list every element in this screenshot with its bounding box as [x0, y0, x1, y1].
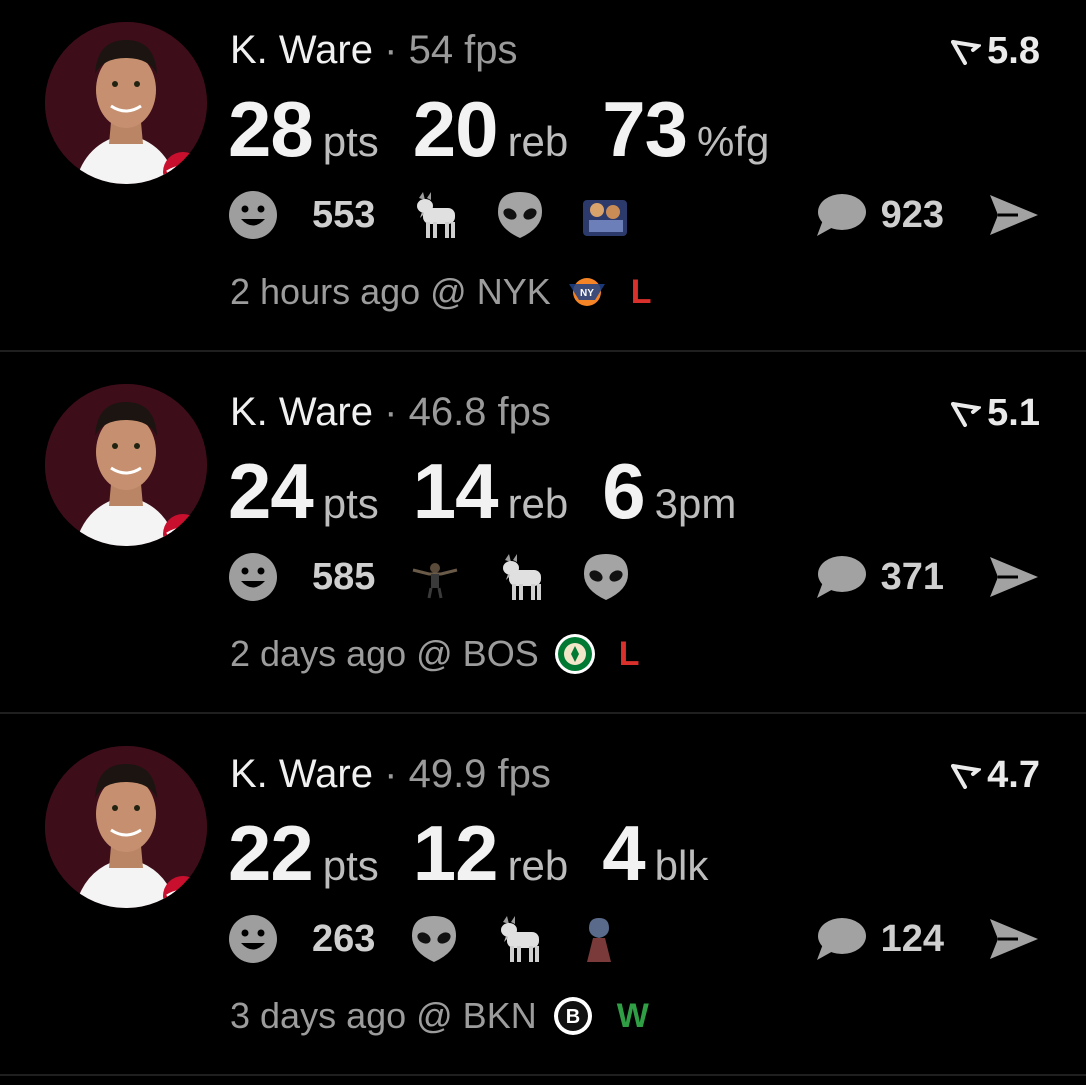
reactions-row: 263 — [228, 914, 641, 964]
smiley-reaction-icon[interactable] — [228, 914, 278, 964]
game-time-opponent: 2 hours ago @ NYK — [230, 271, 551, 312]
rating-arrow-icon — [951, 39, 982, 65]
game-info: 2 hours ago @ NYK NY L — [230, 270, 652, 314]
goat-icon[interactable] — [409, 190, 461, 240]
game-info: 2 days ago @ BOS L — [230, 632, 640, 676]
reaction-count[interactable]: 585 — [312, 556, 375, 599]
svg-text:NY: NY — [580, 288, 594, 299]
game-time-opponent: 3 days ago @ BKN — [230, 995, 537, 1036]
separator-dot: · — [384, 390, 398, 434]
comments-area: 124 — [815, 916, 1040, 962]
stat-value: 14 — [412, 447, 499, 535]
reaction-count[interactable]: 553 — [312, 194, 375, 237]
rating-badge: 5.8 — [951, 30, 1040, 73]
alien-icon[interactable] — [495, 190, 545, 240]
stat-unit: 3pm — [654, 480, 737, 527]
rating-value: 5.1 — [987, 392, 1040, 434]
stat-unit: pts — [322, 842, 379, 889]
stat-value: 12 — [412, 809, 499, 897]
rating-badge: 4.7 — [951, 754, 1040, 797]
stat-unit: blk — [654, 842, 709, 889]
reaction-count[interactable]: 263 — [312, 918, 375, 961]
game-info: 3 days ago @ BKN B W — [230, 994, 649, 1038]
game-result: W — [616, 996, 649, 1035]
stat-value: 28 — [228, 85, 314, 173]
stat-value: 4 — [602, 809, 645, 897]
fps-score: 49.9 fps — [408, 752, 551, 796]
separator-dot: · — [384, 752, 398, 796]
stat-unit: %fg — [697, 118, 770, 165]
game-time-opponent: 2 days ago @ BOS — [230, 633, 539, 674]
alien-icon[interactable] — [409, 914, 459, 964]
post-card[interactable]: K. Ware · 46.8 fps 5.1 24 pts 14 reb 6 3pm … — [0, 362, 1086, 723]
comment-bubble-icon[interactable] — [815, 192, 867, 238]
stat-line: 22 pts 12 reb 4 blk — [228, 808, 742, 899]
comment-count[interactable]: 371 — [881, 556, 944, 599]
knicks-logo-icon: NY — [568, 278, 605, 306]
rating-arrow-icon — [951, 401, 982, 427]
sticker-icon[interactable] — [579, 190, 631, 240]
comment-count[interactable]: 923 — [881, 194, 944, 237]
send-icon[interactable] — [988, 917, 1040, 961]
stat-value: 6 — [602, 447, 645, 535]
player-avatar[interactable] — [45, 746, 207, 908]
svg-text:B: B — [565, 1006, 579, 1028]
stat-line: 24 pts 14 reb 6 3pm — [228, 446, 770, 537]
rating-arrow-icon — [951, 763, 982, 789]
post-card[interactable]: K. Ware · 54 fps 5.8 28 pts 20 reb 73 %fg 5… — [0, 0, 1086, 361]
goat-icon[interactable] — [493, 914, 545, 964]
smiley-reaction-icon[interactable] — [228, 190, 278, 240]
stat-value: 20 — [412, 85, 499, 173]
player-name[interactable]: K. Ware — [230, 390, 373, 434]
separator-dot: · — [384, 28, 398, 72]
send-icon[interactable] — [988, 193, 1040, 237]
comment-count[interactable]: 124 — [881, 918, 944, 961]
player-name[interactable]: K. Ware — [230, 28, 373, 72]
stat-unit: pts — [322, 118, 379, 165]
alien-icon[interactable] — [581, 552, 631, 602]
fps-score: 46.8 fps — [408, 390, 551, 434]
stat-unit: reb — [507, 480, 569, 527]
post-card[interactable]: K. Ware · 49.9 fps 4.7 22 pts 12 reb 4 blk … — [0, 724, 1086, 1085]
flexing-player-icon[interactable] — [409, 552, 461, 602]
rating-value: 5.8 — [987, 30, 1040, 72]
post-header: K. Ware · 49.9 fps — [230, 752, 551, 797]
goat-icon[interactable] — [495, 552, 547, 602]
send-icon[interactable] — [988, 555, 1040, 599]
post-divider — [0, 1074, 1086, 1076]
rating-value: 4.7 — [987, 754, 1040, 796]
game-result: L — [630, 272, 652, 311]
player-name[interactable]: K. Ware — [230, 752, 373, 796]
post-header: K. Ware · 54 fps — [230, 28, 518, 73]
stat-unit: reb — [507, 118, 569, 165]
stat-value: 24 — [228, 447, 314, 535]
stat-unit: pts — [322, 480, 379, 527]
post-header: K. Ware · 46.8 fps — [230, 390, 551, 435]
stat-unit: reb — [507, 842, 569, 889]
stat-line: 28 pts 20 reb 73 %fg — [228, 84, 803, 175]
reactions-row: 553 — [228, 190, 653, 240]
post-divider — [0, 712, 1086, 714]
hooded-figure-icon[interactable] — [579, 914, 619, 964]
comments-area: 371 — [815, 554, 1040, 600]
comment-bubble-icon[interactable] — [815, 916, 867, 962]
fps-score: 54 fps — [408, 28, 518, 72]
smiley-reaction-icon[interactable] — [228, 552, 278, 602]
game-result: L — [618, 634, 640, 673]
rating-badge: 5.1 — [951, 392, 1040, 435]
reactions-row: 585 — [228, 552, 653, 602]
celtics-logo-icon — [554, 634, 595, 674]
stat-value: 73 — [602, 85, 688, 173]
post-divider — [0, 350, 1086, 352]
stat-value: 22 — [228, 809, 314, 897]
player-avatar[interactable] — [45, 384, 207, 546]
comments-area: 923 — [815, 192, 1040, 238]
player-avatar[interactable] — [45, 22, 207, 184]
nets-logo-icon: B — [553, 997, 592, 1035]
comment-bubble-icon[interactable] — [815, 554, 867, 600]
